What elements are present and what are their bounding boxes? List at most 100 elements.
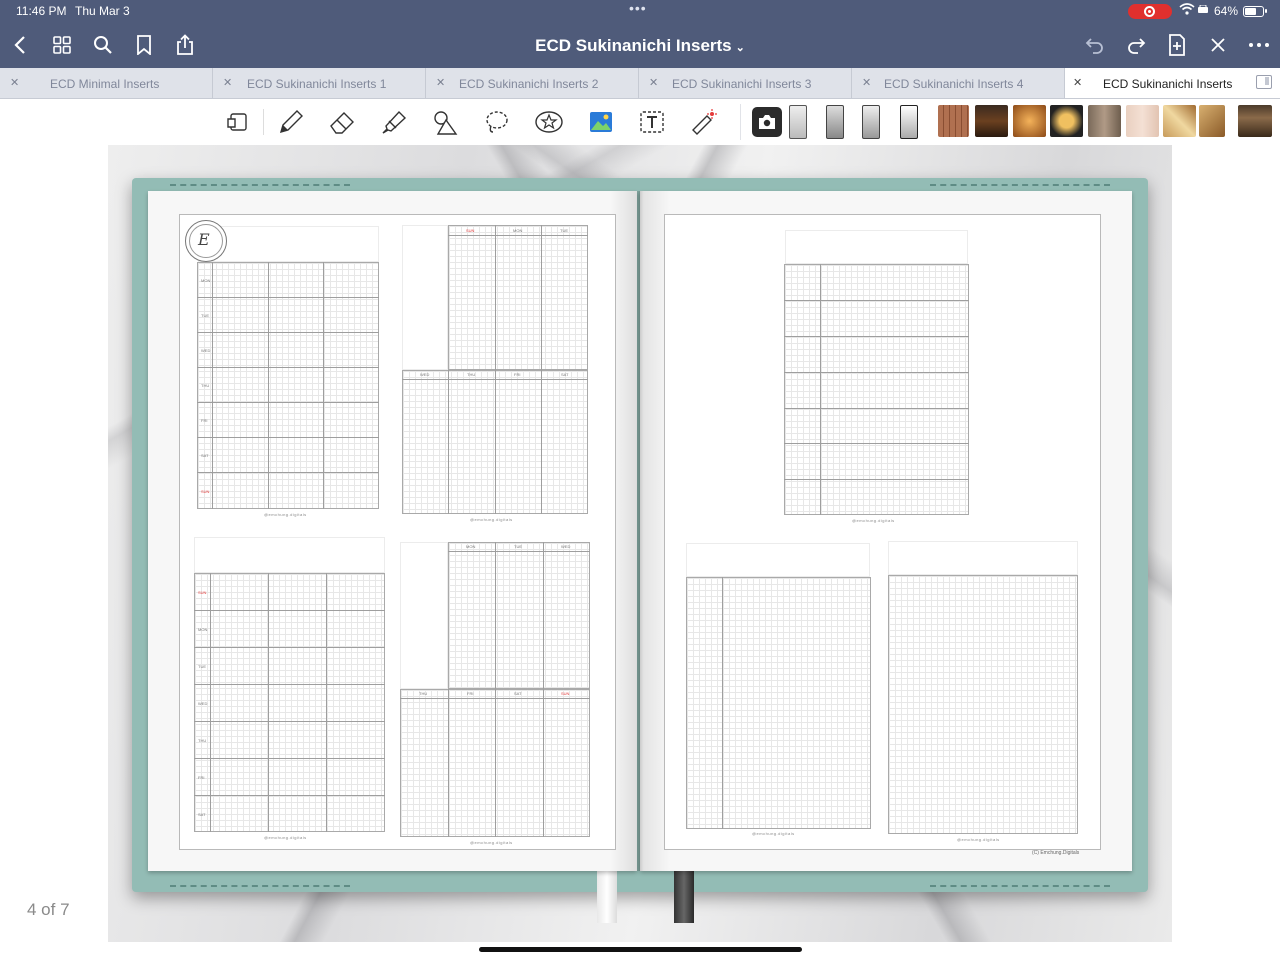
tab-sukinanichi-active[interactable]: ✕ ECD Sukinanichi Inserts (1065, 68, 1280, 98)
document-title[interactable]: ECD Sukinanichi Inserts ⌄ (480, 36, 800, 56)
footer-credit: @emchung.digitals (957, 837, 1000, 842)
cover-stitch (930, 885, 1110, 887)
tab-sukinanichi-1[interactable]: ✕ ECD Sukinanichi Inserts 1 (213, 68, 426, 98)
text-tool[interactable] (637, 107, 667, 137)
grid-rule (268, 573, 269, 832)
grid-rule (197, 332, 379, 333)
day-label: THU (467, 372, 476, 377)
close-icon[interactable]: ✕ (1073, 76, 1082, 89)
sticker-lamp[interactable] (1050, 105, 1083, 137)
day-label: FRI (467, 691, 474, 696)
camera-icon (759, 115, 775, 129)
grid-rule (784, 372, 969, 373)
grid-rule (541, 370, 542, 514)
top-navigation-bar: 11:46 PM Thu Mar 3 ••• 64% ECD Sukinanic… (0, 0, 1280, 68)
split-view-icon[interactable] (1256, 75, 1272, 89)
add-page-button[interactable] (1165, 33, 1189, 57)
grid-rule (194, 647, 385, 648)
camera-tool[interactable] (752, 107, 782, 137)
bookmark-button[interactable] (132, 33, 156, 57)
chevron-left-icon (14, 36, 25, 54)
grid-rule (784, 300, 969, 301)
close-icon[interactable]: ✕ (862, 76, 871, 89)
header-box (686, 543, 870, 577)
day-label: TUE (560, 228, 568, 233)
close-icon[interactable]: ✕ (223, 76, 232, 89)
planner-grid-d-top (448, 542, 590, 689)
wifi-icon (1179, 3, 1195, 15)
eraser-tool[interactable] (327, 107, 357, 137)
search-button[interactable] (91, 33, 115, 57)
sticker-wood-block[interactable] (1199, 105, 1225, 137)
sticker-collage[interactable] (1163, 105, 1196, 137)
highlighter-icon (382, 110, 407, 134)
close-icon[interactable]: ✕ (10, 76, 19, 89)
grid-rule (784, 479, 969, 480)
home-indicator[interactable] (479, 947, 802, 952)
multitasking-dots[interactable]: ••• (629, 0, 647, 16)
laser-pointer-tool[interactable] (689, 107, 719, 137)
grid-rule (448, 370, 449, 514)
tab-label: ECD Sukinanichi Inserts 3 (672, 77, 812, 91)
elements-tool[interactable] (534, 107, 564, 137)
grid-rule (448, 689, 449, 837)
tab-minimal-inserts[interactable]: ✕ ECD Minimal Inserts (0, 68, 213, 98)
footer-credit: @emchung.digitals (264, 512, 307, 517)
sticker-pink-paper[interactable] (1126, 105, 1159, 137)
back-button[interactable] (8, 33, 32, 57)
grid-rule (194, 758, 385, 759)
bookmark-ribbon-dark (674, 871, 694, 923)
footer-credit: @emchung.digitals (852, 518, 895, 523)
day-label: SUN (466, 228, 475, 233)
grid-rule (541, 225, 542, 370)
bookmark-icon (137, 35, 151, 55)
shapes-tool[interactable] (431, 107, 461, 137)
undo-button[interactable] (1083, 33, 1107, 57)
close-toolbar-button[interactable] (1206, 33, 1230, 57)
grid-rule (194, 610, 385, 611)
page-indicator: 4 of 7 (27, 900, 70, 919)
day-label: MON (466, 544, 476, 549)
sticker-wood-light[interactable] (1088, 105, 1121, 137)
tab-sukinanichi-2[interactable]: ✕ ECD Sukinanichi Inserts 2 (426, 68, 639, 98)
lasso-select-tool[interactable] (223, 107, 253, 137)
redo-icon (1128, 38, 1146, 54)
screen-recording-indicator (1128, 4, 1172, 19)
thumbnails-button[interactable] (50, 33, 74, 57)
sticker-box-glow[interactable] (1013, 105, 1046, 137)
grid-rule (784, 336, 969, 337)
toolbar-divider (263, 109, 264, 135)
sticker-phone-1[interactable] (789, 105, 807, 139)
tab-sukinanichi-4[interactable]: ✕ ECD Sukinanichi Inserts 4 (852, 68, 1065, 98)
brand-logo: E (185, 220, 227, 262)
sticker-drawer[interactable] (1238, 105, 1272, 137)
day-label: MON (513, 228, 523, 233)
more-button[interactable] (1247, 33, 1271, 57)
sticker-phone-2[interactable] (826, 105, 844, 139)
tab-label: ECD Sukinanichi Inserts (1103, 77, 1233, 91)
share-button[interactable] (173, 33, 197, 57)
grid-rule (495, 689, 496, 837)
pen-tool[interactable] (276, 107, 306, 137)
day-label: FRI (514, 372, 521, 377)
day-label: SUN (198, 590, 207, 595)
sticker-phone-3[interactable] (862, 105, 880, 139)
close-icon[interactable]: ✕ (649, 76, 658, 89)
sticker-box-dark[interactable] (975, 105, 1008, 137)
tab-sukinanichi-3[interactable]: ✕ ECD Sukinanichi Inserts 3 (639, 68, 852, 98)
sticker-phone-4[interactable] (900, 105, 918, 139)
rotation-lock-icon (1198, 5, 1208, 13)
highlighter-tool[interactable] (379, 107, 409, 137)
redo-button[interactable] (1124, 33, 1148, 57)
image-tool[interactable] (586, 107, 616, 137)
sticker-shelf[interactable] (938, 105, 969, 137)
grid-rule (543, 542, 544, 689)
day-label: TUE (201, 313, 209, 318)
grid-rule (326, 573, 327, 832)
header-box (785, 230, 968, 264)
close-icon[interactable]: ✕ (436, 76, 445, 89)
pencil-off-icon (1211, 38, 1225, 52)
cover-stitch (170, 885, 350, 887)
lasso-tool[interactable] (482, 107, 512, 137)
laser-pointer-icon (692, 109, 717, 135)
